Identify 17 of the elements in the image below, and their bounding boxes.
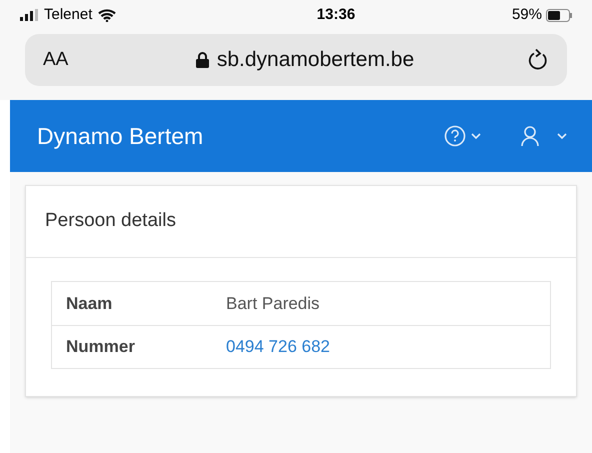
address-bar[interactable]: AA sb.dynamobertem.be — [25, 34, 567, 86]
phone-link[interactable]: 0494 726 682 — [226, 334, 330, 360]
lock-icon — [196, 52, 209, 68]
wifi-icon — [98, 8, 116, 22]
row-label: Naam — [66, 292, 114, 315]
reload-icon[interactable] — [527, 48, 549, 72]
url-text: sb.dynamobertem.be — [216, 47, 414, 74]
brand-title[interactable]: Dynamo Bertem — [37, 118, 444, 154]
row-label: Nummer — [66, 336, 136, 358]
battery-percentage: 59% — [512, 4, 542, 25]
clock-time: 13:36 — [316, 4, 356, 25]
text-size-button[interactable]: AA — [43, 46, 123, 74]
carrier-name: Telenet — [44, 4, 92, 25]
card-title: Persoon details — [45, 209, 176, 234]
row-value: Bart Paredis — [226, 292, 320, 315]
signal-icon — [20, 9, 38, 21]
battery-icon — [546, 8, 572, 22]
